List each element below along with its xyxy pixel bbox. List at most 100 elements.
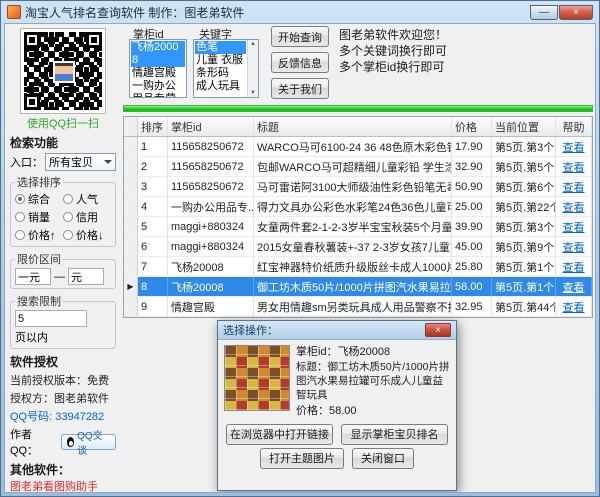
show-shop-rank-button[interactable]: 显示掌柜宝贝排名	[341, 424, 448, 445]
cell-title: 得力文具办公彩色水彩笔24色36色儿童可水洗绘...	[254, 197, 452, 216]
title-bar: 淘宝人气排名查询软件 制作：图老弟软件 — ×	[1, 1, 599, 23]
dialog-body: 掌柜id：飞杨20008 标题：御工坊木质50片/1000片拼图汽水果易拉罐可乐…	[218, 340, 456, 421]
cell-title: 2015女童春秋薯装+-37 2-3岁女孩7儿童7双休闲...	[254, 237, 452, 256]
feedback-button[interactable]: 反馈信息	[271, 52, 329, 73]
about-button[interactable]: 关于我们	[271, 78, 329, 99]
cell-help: 查看	[556, 137, 592, 156]
cell-position: 第5页.第5个	[492, 157, 556, 176]
view-link[interactable]: 查看	[563, 279, 585, 295]
sort-option-price-asc[interactable]: 价格↑	[15, 227, 63, 243]
view-link[interactable]: 查看	[563, 259, 585, 275]
page-limit-input[interactable]	[15, 310, 87, 327]
choose-operation-dialog: 选择操作： × 掌柜id：飞杨20008 标题：御工坊木质50片/1000片拼图…	[217, 320, 457, 491]
scroll-up-icon[interactable]: ▲	[250, 41, 256, 47]
product-thumbnail[interactable]	[224, 345, 290, 411]
start-query-button[interactable]: 开始查询	[271, 26, 329, 47]
price-range-label: 限价区间	[15, 251, 63, 267]
cell-rank: 1	[138, 137, 168, 156]
cell-rank: 7	[138, 257, 168, 276]
shop-id-item[interactable]: 情趣宫殿	[131, 67, 185, 80]
qr-caption: 使用QQ扫一扫	[9, 115, 117, 131]
table-row[interactable]: 2 115658250672 包邮WARCO马可超精细儿童彩铅 学生涂鸦彩色铅.…	[124, 157, 592, 177]
cell-price: 25.00	[452, 197, 492, 216]
cell-help: 查看	[556, 237, 592, 256]
keyword-list[interactable]: 色笔 儿童 衣服 条形码 成人玩具 ▲ ▼	[193, 39, 259, 98]
view-link[interactable]: 查看	[563, 159, 585, 175]
cell-shop-id: 飞杨20008	[168, 277, 254, 296]
shop-id-item[interactable]: 一购办公用品专营店	[131, 80, 185, 98]
sort-option-popularity[interactable]: 人气	[63, 191, 111, 207]
sort-option-credit[interactable]: 信用	[63, 209, 111, 225]
query-panel: 掌柜id 飞杨20008 情趣宫殿 一购办公用品专营店 maggi+880324…	[123, 24, 595, 102]
qr-avatar	[53, 61, 75, 83]
cell-rank: 3	[138, 177, 168, 196]
radio-icon	[15, 212, 25, 222]
keyword-scrollbar[interactable]: ▲ ▼	[247, 40, 258, 97]
minimize-button[interactable]: —	[530, 5, 558, 20]
price-separator: —	[54, 271, 65, 283]
radio-icon	[63, 212, 73, 222]
cell-price: 39.90	[452, 217, 492, 236]
table-row[interactable]: 4 一购办公用品专... 得力文具办公彩色水彩笔24色36色儿童可水洗绘... …	[124, 197, 592, 217]
cell-help: 查看	[556, 217, 592, 236]
sort-option-sales[interactable]: 销量	[15, 209, 63, 225]
cell-price: 25.80	[452, 257, 492, 276]
close-button[interactable]: ×	[559, 5, 593, 20]
close-window-button[interactable]: 关闭窗口	[352, 448, 414, 469]
open-main-image-button[interactable]: 打开主题图片	[260, 448, 344, 469]
entry-select[interactable]: 所有宝贝	[45, 153, 116, 171]
sort-option-label: 价格↑	[28, 227, 56, 243]
price-min-input[interactable]	[15, 268, 51, 285]
cell-shop-id: maggi+880324	[168, 237, 254, 256]
keyword-item[interactable]: 色笔	[195, 41, 246, 54]
table-row[interactable]: 7 飞杨20008 红宝神器特价纸质升级版丝卡成人1000片拼图儿... 25.…	[124, 257, 592, 277]
row-indicator	[124, 237, 138, 256]
keyword-item[interactable]: 成人玩具	[195, 80, 246, 93]
cell-title: 马可雷诺阿3100大师级油性彩色铅笔无毒可水洗...	[254, 177, 452, 196]
cell-title: 女童两件套2-1-2-3岁半宝宝秋装5个月童装儿童...	[254, 217, 452, 236]
table-row[interactable]: 5 maggi+880324 女童两件套2-1-2-3岁半宝宝秋装5个月童装儿童…	[124, 217, 592, 237]
price-max-input[interactable]	[68, 268, 104, 285]
table-row[interactable]: 6 maggi+880324 2015女童春秋薯装+-37 2-3岁女孩7儿童7…	[124, 237, 592, 257]
qq-chat-button[interactable]: QQ交谈	[61, 434, 116, 450]
cell-title: WARCO马可6100-24 36 48色原木彩色铅笔环保绘...	[254, 137, 452, 156]
table-row[interactable]: 1 115658250672 WARCO马可6100-24 36 48色原木彩色…	[124, 137, 592, 157]
open-in-browser-button[interactable]: 在浏览器中打开链接	[226, 424, 333, 445]
sidebar: 使用QQ扫一扫 检索功能 入口： 所有宝贝 选择排序 综合	[5, 24, 121, 492]
price-range-row: —	[15, 268, 111, 285]
header-price: 价格	[452, 117, 492, 136]
app-window: 淘宝人气排名查询软件 制作：图老弟软件 — × 使用QQ扫一扫 检索功能 入口：…	[0, 0, 600, 497]
table-row[interactable]: 9 情趣宫殿 男女用情趣sm另类玩具成人用品警察不拘捕约合... 32.95 第…	[124, 297, 592, 317]
dialog-title-bar: 选择操作： ×	[218, 321, 456, 340]
view-link[interactable]: 查看	[563, 139, 585, 155]
keyword-item[interactable]: 儿童 衣服	[195, 54, 246, 67]
shop-id-item[interactable]: 飞杨20008	[131, 41, 185, 67]
table-row-selected[interactable]: 8 飞杨20008 御工坊木质50片/1000片拼图汽水果易拉罐可乐成... 5…	[124, 277, 592, 297]
qq-penguin-icon	[67, 437, 74, 447]
scroll-down-icon[interactable]: ▼	[250, 90, 256, 96]
view-link[interactable]: 查看	[563, 299, 585, 315]
sort-option-composite[interactable]: 综合	[15, 191, 63, 207]
qq-number-link[interactable]: QQ号码: 33947282	[10, 408, 116, 424]
view-link[interactable]: 查看	[563, 179, 585, 195]
author-row: 作者QQ： QQ交谈	[10, 426, 116, 458]
cell-position: 第5页.第22个	[492, 197, 556, 216]
view-link[interactable]: 查看	[563, 239, 585, 255]
header-help: 帮助	[556, 117, 592, 136]
dialog-shop-line: 掌柜id：飞杨20008	[296, 345, 450, 359]
dialog-close-button[interactable]: ×	[425, 323, 451, 337]
shop-id-list[interactable]: 飞杨20008 情趣宫殿 一购办公用品专营店 maggi+880324	[129, 39, 187, 98]
sort-option-price-desc[interactable]: 价格↓	[63, 227, 111, 243]
view-link[interactable]: 查看	[563, 199, 585, 215]
header-indicator	[124, 117, 138, 136]
row-indicator	[124, 157, 138, 176]
keyword-item[interactable]: 条形码	[195, 67, 246, 80]
table-row[interactable]: 3 115658250672 马可雷诺阿3100大师级油性彩色铅笔无毒可水洗..…	[124, 177, 592, 197]
other-software-header: 其他软件：	[10, 461, 116, 478]
dialog-shop-value: 飞杨20008	[338, 346, 391, 358]
entry-label: 入口：	[10, 154, 43, 170]
welcome-line: 图老弟软件欢迎您！	[339, 27, 447, 43]
cell-rank: 8	[138, 277, 168, 296]
cell-price: 17.90	[452, 137, 492, 156]
view-link[interactable]: 查看	[563, 219, 585, 235]
